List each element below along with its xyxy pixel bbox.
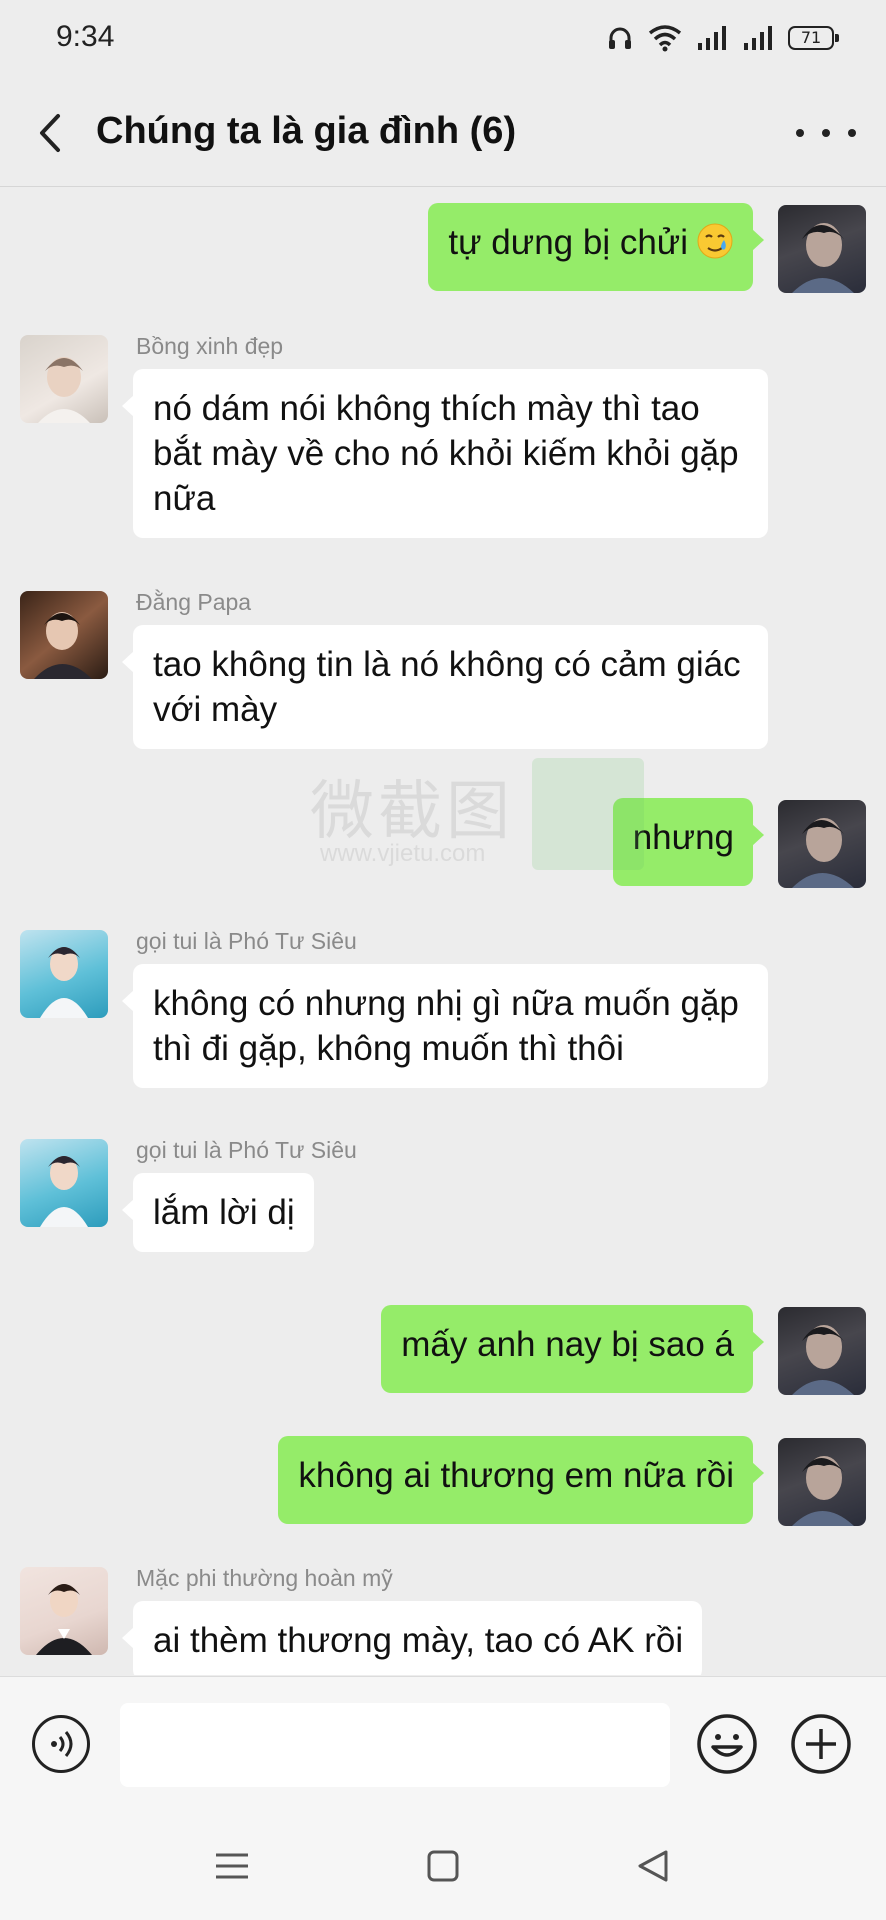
- back-button[interactable]: [28, 108, 78, 158]
- nav-back-button[interactable]: [632, 1844, 676, 1888]
- emoji-button[interactable]: [696, 1713, 758, 1775]
- message-bubble[interactable]: tao không tin là nó không có cảm giác vớ…: [122, 625, 768, 749]
- avatar[interactable]: [778, 1438, 866, 1526]
- avatar[interactable]: [778, 205, 866, 293]
- avatar[interactable]: [778, 800, 866, 888]
- sender-name: Đằng Papa: [136, 589, 252, 615]
- chevron-left-icon: [40, 114, 60, 152]
- back-triangle-icon: [638, 1850, 668, 1882]
- message-input[interactable]: [120, 1703, 670, 1787]
- headphones-icon: [609, 27, 631, 49]
- sender-name: Mặc phi thường hoàn mỹ: [136, 1565, 393, 1591]
- recent-apps-button[interactable]: [210, 1844, 254, 1888]
- battery-icon: 71: [788, 26, 839, 50]
- message-text: nhưng: [632, 818, 734, 857]
- plus-icon: [791, 1714, 851, 1774]
- message-text: ai thèm thương mày, tao có AK rồi: [153, 1621, 684, 1660]
- message-text: nó dám nói không thích mày thì tao bắt m…: [153, 389, 739, 518]
- sender-name: Bồng xinh đẹp: [136, 333, 284, 359]
- input-bar: [0, 1676, 886, 1811]
- menu-icon: [216, 1853, 248, 1879]
- message-bubble[interactable]: không ai thương em nữa rồi: [278, 1436, 764, 1524]
- avatar[interactable]: [20, 1139, 108, 1227]
- voice-icon: [51, 1731, 73, 1757]
- message-text: tao không tin là nó không có cảm giác vớ…: [153, 645, 741, 729]
- message-text: tự dưng bị chửi: [448, 223, 688, 262]
- home-button[interactable]: [421, 1844, 465, 1888]
- status-time: 9:34: [56, 20, 115, 53]
- signal-icon: [744, 26, 772, 50]
- more-dots-icon: [796, 129, 804, 137]
- message-bubble[interactable]: nó dám nói không thích mày thì tao bắt m…: [122, 369, 768, 538]
- avatar[interactable]: [20, 930, 108, 1018]
- tearful-smile-emoji: [697, 223, 733, 259]
- status-icons: 71: [606, 24, 839, 52]
- more-options-button[interactable]: [796, 110, 856, 156]
- message-text: không có nhưng nhị gì nữa muốn gặp thì đ…: [153, 984, 739, 1068]
- message-bubble[interactable]: không có nhưng nhị gì nữa muốn gặp thì đ…: [122, 964, 768, 1088]
- chat-title: Chúng ta là gia đình (6): [96, 110, 517, 152]
- message-list[interactable]: tự dưng bị chửi Bồng xinh đẹp nó dám nói…: [0, 187, 886, 1675]
- message-bubble[interactable]: nhưng: [612, 798, 765, 886]
- message-text: lắm lời dị: [153, 1193, 295, 1232]
- avatar[interactable]: [20, 1567, 108, 1655]
- system-nav-bar: [0, 1810, 886, 1920]
- chat-header: Chúng ta là gia đình (6): [0, 80, 886, 187]
- message-bubble[interactable]: lắm lời dị: [122, 1173, 314, 1252]
- message-text: không ai thương em nữa rồi: [298, 1456, 734, 1495]
- signal-icon: [698, 26, 726, 50]
- avatar[interactable]: [778, 1307, 866, 1395]
- avatar[interactable]: [20, 591, 108, 679]
- wifi-icon: [648, 25, 682, 52]
- sender-name: gọi tui là Phó Tư Siêu: [136, 928, 357, 954]
- message-text: mấy anh nay bị sao á: [401, 1325, 734, 1364]
- sender-name: gọi tui là Phó Tư Siêu: [136, 1137, 357, 1163]
- plus-button[interactable]: [790, 1713, 852, 1775]
- voice-button[interactable]: [32, 1715, 90, 1773]
- avatar[interactable]: [20, 335, 108, 423]
- message-bubble[interactable]: tự dưng bị chửi: [428, 203, 764, 291]
- message-bubble[interactable]: mấy anh nay bị sao á: [381, 1305, 764, 1393]
- emoji-icon: [697, 1714, 757, 1774]
- message-bubble[interactable]: ai thèm thương mày, tao có AK rồi: [121, 1601, 703, 1675]
- status-bar: 9:34 71: [0, 0, 886, 80]
- home-square-icon: [427, 1850, 459, 1882]
